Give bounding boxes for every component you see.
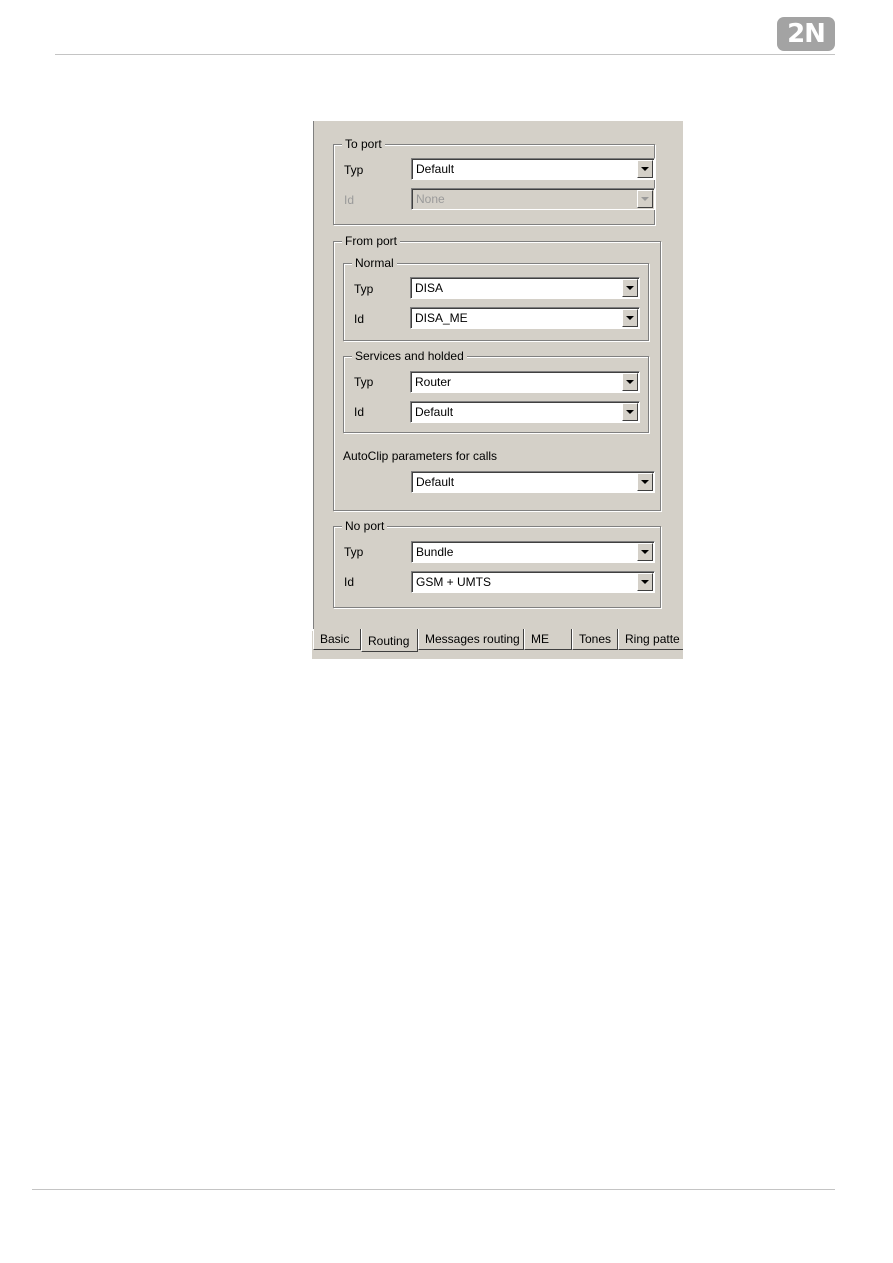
- chevron-down-icon: [641, 167, 649, 171]
- services-id-value: Default: [415, 405, 454, 419]
- dropdown-button[interactable]: [622, 373, 638, 391]
- no-port-id-value: GSM + UMTS: [416, 575, 492, 589]
- autoclip-label: AutoClip parameters for calls: [343, 449, 498, 463]
- chevron-down-icon: [626, 380, 634, 384]
- tab-label: Routing: [368, 634, 410, 648]
- services-id-select[interactable]: Default: [410, 401, 640, 423]
- no-port-id-select[interactable]: GSM + UMTS: [411, 571, 655, 593]
- services-typ-value: Router: [415, 375, 452, 389]
- tab-label: Tones: [579, 632, 612, 646]
- no-port-typ-value: Bundle: [416, 545, 454, 559]
- normal-id-label: Id: [354, 312, 365, 326]
- dropdown-button[interactable]: [622, 403, 638, 421]
- no-port-id-label: Id: [344, 575, 355, 589]
- header-divider: [55, 54, 835, 55]
- dropdown-button[interactable]: [622, 279, 638, 297]
- to-port-typ-label: Typ: [344, 163, 364, 177]
- normal-title: Normal: [352, 256, 397, 270]
- normal-typ-select[interactable]: DISA: [410, 277, 640, 299]
- to-port-group: To port: [333, 137, 655, 225]
- to-port-typ-value: Default: [416, 162, 455, 176]
- to-port-id-select: None: [411, 188, 655, 210]
- dropdown-button[interactable]: [622, 309, 638, 327]
- dropdown-button[interactable]: [637, 543, 653, 561]
- tab-label: Basic: [320, 632, 350, 646]
- footer-divider: [32, 1189, 835, 1190]
- tab-ring-patterns[interactable]: Ring patte: [618, 629, 683, 650]
- dropdown-button[interactable]: [637, 160, 653, 178]
- chevron-down-icon: [641, 550, 649, 554]
- dropdown-button[interactable]: [637, 473, 653, 491]
- tab-label: Messages routing: [425, 632, 520, 646]
- normal-id-select[interactable]: DISA_ME: [410, 307, 640, 329]
- chevron-down-icon: [641, 197, 649, 201]
- normal-typ-value: DISA: [415, 281, 444, 295]
- tab-me[interactable]: ME: [524, 629, 572, 650]
- tab-messages-routing[interactable]: Messages routing: [418, 629, 524, 650]
- tab-basic[interactable]: Basic: [313, 629, 361, 650]
- services-id-label: Id: [354, 405, 365, 419]
- to-port-id-label: Id: [344, 193, 355, 207]
- to-port-id-value: None: [416, 192, 445, 206]
- tab-tones[interactable]: Tones: [572, 629, 618, 650]
- panel-edge: [312, 121, 314, 631]
- to-port-typ-select[interactable]: Default: [411, 158, 655, 180]
- brand-logo: 2N: [777, 17, 835, 51]
- chevron-down-icon: [626, 316, 634, 320]
- services-title: Services and holded: [352, 349, 467, 363]
- dropdown-button: [637, 190, 653, 208]
- tab-label: ME: [531, 632, 549, 646]
- autoclip-select[interactable]: Default: [411, 471, 655, 493]
- no-port-typ-label: Typ: [344, 545, 364, 559]
- tab-routing[interactable]: Routing: [361, 629, 418, 652]
- dropdown-button[interactable]: [637, 573, 653, 591]
- normal-group: Normal: [343, 256, 649, 341]
- services-typ-select[interactable]: Router: [410, 371, 640, 393]
- from-port-title: From port: [342, 234, 401, 248]
- services-typ-label: Typ: [354, 375, 374, 389]
- autoclip-value: Default: [416, 475, 455, 489]
- chevron-down-icon: [641, 580, 649, 584]
- to-port-title: To port: [342, 137, 385, 151]
- no-port-typ-select[interactable]: Bundle: [411, 541, 655, 563]
- routing-settings-panel: To port Typ Default Id None From port No…: [312, 121, 683, 659]
- tab-label: Ring patte: [625, 632, 680, 646]
- no-port-title: No port: [342, 519, 388, 533]
- no-port-group: No port: [333, 519, 661, 608]
- normal-typ-label: Typ: [354, 282, 374, 296]
- chevron-down-icon: [626, 286, 634, 290]
- normal-id-value: DISA_ME: [415, 311, 468, 325]
- chevron-down-icon: [626, 410, 634, 414]
- chevron-down-icon: [641, 480, 649, 484]
